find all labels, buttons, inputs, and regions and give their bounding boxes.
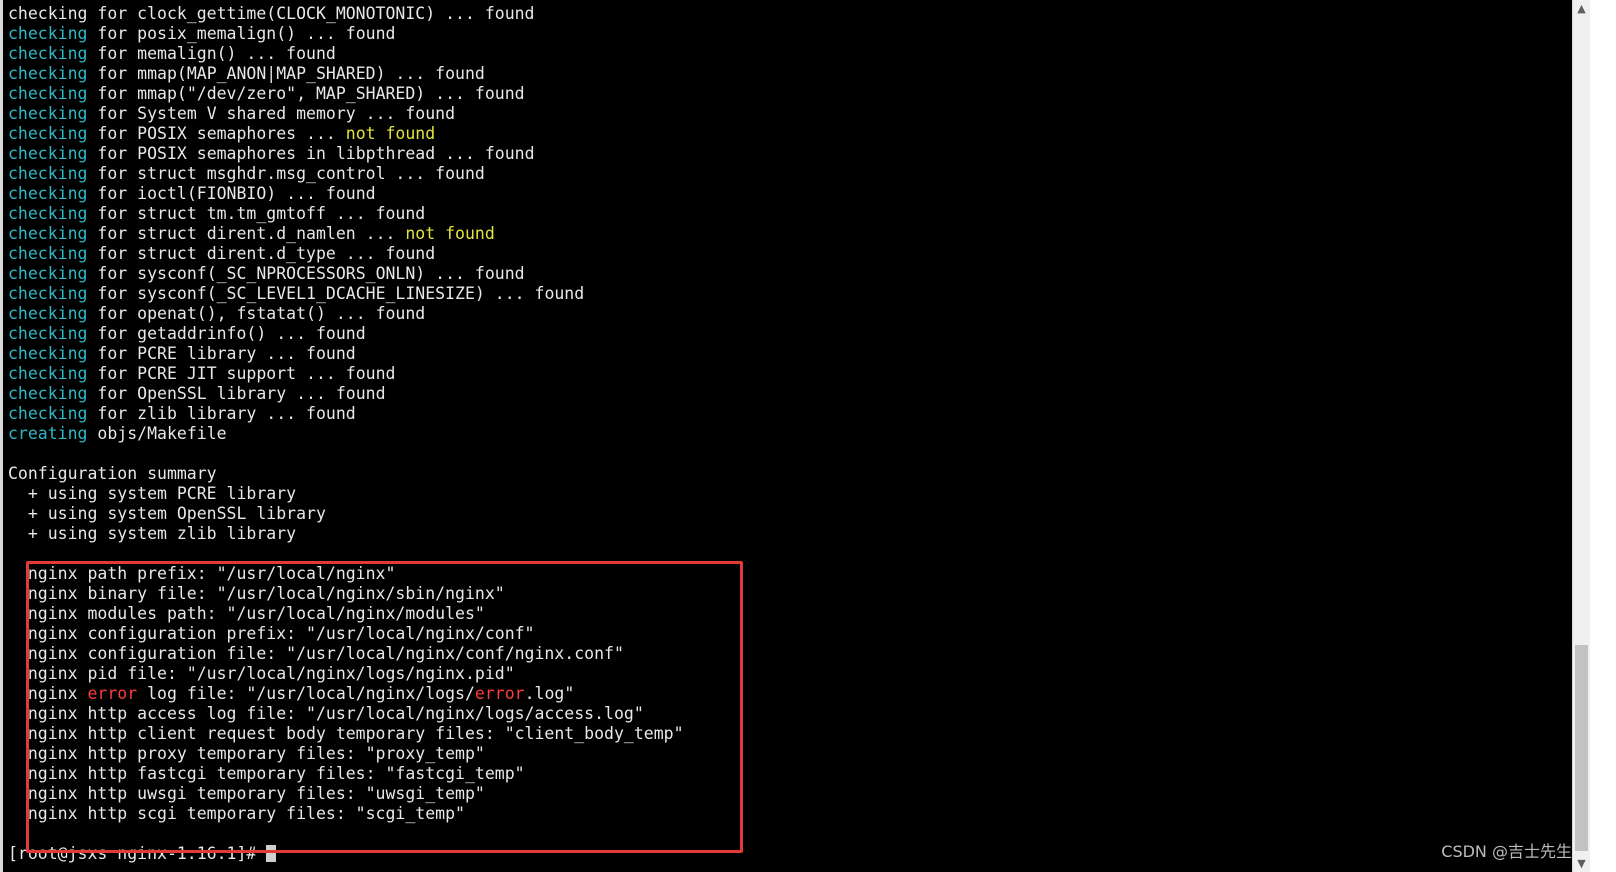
terminal-text-segment: checking [8, 184, 88, 203]
csdn-watermark: CSDN @吉士先生 [1441, 842, 1572, 861]
terminal-line: checking for struct tm.tm_gmtoff ... fou… [8, 204, 684, 224]
terminal-line: + using system OpenSSL library [8, 504, 684, 524]
terminal-text-segment: for mmap(MAP_ANON|MAP_SHARED) ... found [87, 64, 485, 83]
terminal-line: checking for mmap("/dev/zero", MAP_SHARE… [8, 84, 684, 104]
terminal-text-segment: for struct dirent.d_namlen ... [87, 224, 406, 243]
terminal-text-segment: creating [8, 424, 88, 443]
terminal-line: checking for getaddrinfo() ... found [8, 324, 684, 344]
terminal-text-segment: checking [8, 124, 88, 143]
terminal-line: checking for sysconf(_SC_NPROCESSORS_ONL… [8, 264, 684, 284]
terminal-text-segment: not found [345, 124, 436, 143]
terminal-line: checking for POSIX semaphores ... not fo… [8, 124, 684, 144]
terminal-window[interactable]: checking for clock_gettime(CLOCK_MONOTON… [0, 0, 1572, 872]
terminal-text-segment: for mmap("/dev/zero", MAP_SHARED) ... fo… [87, 84, 525, 103]
terminal-text-segment: for PCRE library ... found [87, 344, 356, 363]
terminal-text-segment: checking [8, 264, 88, 283]
terminal-text-segment: for openat(), fstatat() ... found [87, 304, 426, 323]
terminal-text-segment: for ioctl(FIONBIO) ... found [87, 184, 376, 203]
terminal-text-segment: checking [8, 64, 88, 83]
terminal-text-segment: for sysconf(_SC_NPROCESSORS_ONLN) ... fo… [87, 264, 525, 283]
terminal-text-segment: objs/Makefile [87, 424, 227, 443]
scrollbar-thumb[interactable] [1575, 645, 1588, 851]
terminal-text-segment: for PCRE JIT support ... found [87, 364, 396, 383]
terminal-line: checking for ioctl(FIONBIO) ... found [8, 184, 684, 204]
terminal-text-segment: for POSIX semaphores in libpthread ... f… [87, 144, 535, 163]
terminal-text-segment: for struct tm.tm_gmtoff ... found [87, 204, 426, 223]
terminal-text-segment: for posix_memalign() ... found [87, 24, 396, 43]
terminal-text-segment: for getaddrinfo() ... found [87, 324, 366, 343]
terminal-text-segment: for System V shared memory ... found [87, 104, 456, 123]
terminal-line: checking for OpenSSL library ... found [8, 384, 684, 404]
terminal-text-segment: checking [8, 44, 88, 63]
scroll-down-arrow-icon[interactable]: ▼ [1573, 855, 1590, 872]
terminal-text-segment: for OpenSSL library ... found [87, 384, 386, 403]
terminal-line: creating objs/Makefile [8, 424, 684, 444]
terminal-text-segment: not found [405, 224, 495, 243]
terminal-text-segment: + using system PCRE library [8, 484, 297, 503]
terminal-line: checking for openat(), fstatat() ... fou… [8, 304, 684, 324]
window-left-edge [0, 0, 3, 872]
terminal-text-segment: checking [8, 344, 88, 363]
terminal-text-segment: checking [8, 284, 88, 303]
terminal-text-segment: checking [8, 304, 88, 323]
terminal-text-segment: checking [8, 384, 88, 403]
highlight-annotation-box [26, 561, 743, 853]
terminal-line: checking for POSIX semaphores in libpthr… [8, 144, 684, 164]
terminal-text-segment: for sysconf(_SC_LEVEL1_DCACHE_LINESIZE) … [87, 284, 585, 303]
terminal-text-segment: for POSIX semaphores ... [87, 124, 346, 143]
terminal-line: checking for PCRE library ... found [8, 344, 684, 364]
terminal-line: checking for System V shared memory ... … [8, 104, 684, 124]
terminal-text-segment: checking [8, 244, 88, 263]
terminal-line: checking for zlib library ... found [8, 404, 684, 424]
terminal-line: checking for struct dirent.d_namlen ... … [8, 224, 684, 244]
terminal-line: checking for mmap(MAP_ANON|MAP_SHARED) .… [8, 64, 684, 84]
terminal-text-segment: + using system OpenSSL library [8, 504, 326, 523]
terminal-line: checking for posix_memalign() ... found [8, 24, 684, 44]
terminal-text-segment: for struct msghdr.msg_control ... found [87, 164, 485, 183]
terminal-text-segment: checking [8, 224, 88, 243]
terminal-text-segment: for struct dirent.d_type ... found [87, 244, 436, 263]
terminal-line: Configuration summary [8, 464, 684, 484]
terminal-text-segment: checking [8, 204, 88, 223]
terminal-text-segment: checking [8, 24, 88, 43]
terminal-text-segment: checking [8, 364, 88, 383]
terminal-line: checking for struct msghdr.msg_control .… [8, 164, 684, 184]
terminal-line: checking for PCRE JIT support ... found [8, 364, 684, 384]
screen: checking for clock_gettime(CLOCK_MONOTON… [0, 0, 1616, 872]
terminal-line: checking for clock_gettime(CLOCK_MONOTON… [8, 4, 684, 24]
terminal-line: checking for sysconf(_SC_LEVEL1_DCACHE_L… [8, 284, 684, 304]
terminal-line: + using system zlib library [8, 524, 684, 544]
terminal-text-segment: for zlib library ... found [87, 404, 356, 423]
terminal-text-segment: Configuration summary [8, 464, 217, 483]
terminal-text-segment: checking [8, 84, 88, 103]
vertical-scrollbar[interactable]: ▲ ▼ [1572, 0, 1590, 872]
scroll-up-arrow-icon[interactable]: ▲ [1573, 0, 1590, 17]
terminal-text-segment: checking for clock_gettime(CLOCK_MONOTON… [8, 4, 535, 23]
terminal-line: checking for memalign() ... found [8, 44, 684, 64]
terminal-text-segment: checking [8, 164, 88, 183]
terminal-line: + using system PCRE library [8, 484, 684, 504]
terminal-text-segment: checking [8, 144, 88, 163]
terminal-text-segment: + using system zlib library [8, 524, 297, 543]
terminal-line: checking for struct dirent.d_type ... fo… [8, 244, 684, 264]
terminal-text-segment: checking [8, 104, 88, 123]
terminal-text-segment: checking [8, 324, 88, 343]
terminal-text-segment: for memalign() ... found [87, 44, 336, 63]
terminal-text-segment: checking [8, 404, 88, 423]
